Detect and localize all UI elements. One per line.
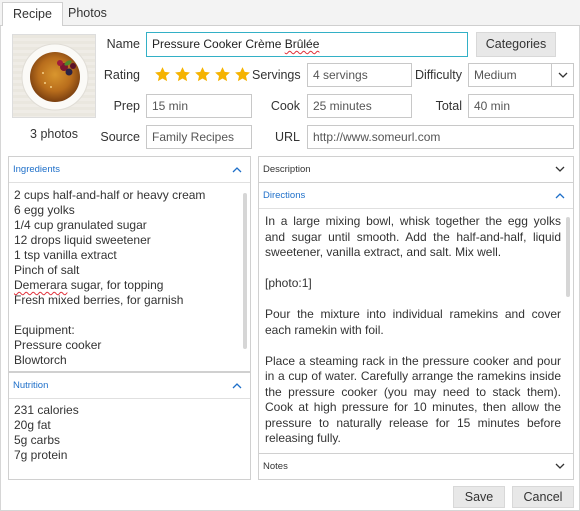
nutrition-line: 5g carbs [14, 433, 61, 447]
ingredient-line: Pressure cooker [14, 338, 102, 352]
ingredients-title: Ingredients [13, 164, 61, 175]
categories-button[interactable]: Categories [476, 32, 556, 57]
ingredient-line: 6 egg yolks [14, 203, 75, 217]
directions-header[interactable]: Directions [259, 183, 573, 209]
tab-recipe[interactable]: Recipe [2, 2, 63, 27]
tab-photos[interactable]: Photos [58, 2, 117, 26]
tab-bar: Recipe Photos [0, 0, 580, 27]
name-label: Name [106, 37, 140, 51]
chevron-down-icon[interactable] [555, 463, 565, 470]
ingredient-line: Equipment: [14, 323, 75, 337]
directions-scrollbar[interactable] [566, 217, 570, 297]
chevron-down-icon[interactable] [551, 64, 573, 86]
nutrition-title: Nutrition [13, 380, 49, 391]
ingredients-header[interactable]: Ingredients [9, 157, 250, 183]
save-button[interactable]: Save [453, 486, 505, 508]
total-label: Total [435, 99, 462, 113]
nutrition-text[interactable]: 231 calories 20g fat 5g carbs 7g protein [14, 403, 242, 475]
description-panel: Description [258, 156, 574, 183]
nutrition-line: 231 calories [14, 403, 79, 417]
url-label: URL [274, 130, 300, 144]
creme-brulee-image [13, 35, 95, 117]
servings-input[interactable]: 4 servings [307, 63, 412, 87]
ingredient-line: Pinch of salt [14, 263, 80, 277]
description-header[interactable]: Description [259, 157, 573, 183]
chevron-up-icon[interactable] [555, 192, 565, 199]
cook-label: Cook [270, 99, 300, 113]
nutrition-header[interactable]: Nutrition [9, 373, 250, 399]
recipe-photo[interactable] [12, 34, 96, 118]
name-text: Pressure Cooker Crème Brûlée [152, 37, 320, 51]
servings-label: Servings [252, 68, 301, 82]
difficulty-select[interactable]: Medium [468, 63, 574, 87]
source-input[interactable]: Family Recipes [146, 125, 252, 149]
difficulty-value: Medium [474, 68, 517, 82]
ingredient-line [14, 308, 242, 323]
direction-paragraph: [photo:1] [265, 276, 312, 290]
directions-text[interactable]: In a large mixing bowl, whisk together t… [265, 214, 561, 450]
star-icon[interactable] [174, 66, 191, 83]
direction-paragraph: Place a steaming rack in the pressure co… [265, 353, 561, 446]
prep-input[interactable]: 15 min [146, 94, 252, 118]
difficulty-label: Difficulty [414, 68, 462, 82]
name-input[interactable]: Pressure Cooker Crème Brûlée [146, 32, 468, 57]
ingredients-scrollbar[interactable] [243, 193, 247, 349]
star-icon[interactable] [154, 66, 171, 83]
directions-title: Directions [263, 190, 306, 201]
notes-title: Notes [263, 461, 288, 472]
source-label: Source [100, 130, 140, 144]
name-value: Pressure Cooker Crème Brûlée [152, 37, 319, 51]
total-input[interactable]: 40 min [468, 94, 574, 118]
chevron-up-icon[interactable] [232, 166, 242, 173]
ingredient-line: Fresh mixed berries, for garnish [14, 293, 184, 307]
star-icon[interactable] [234, 66, 251, 83]
cancel-button[interactable]: Cancel [512, 486, 574, 508]
notes-panel: Notes [258, 453, 574, 480]
ingredient-line: Demerara sugar, for topping [14, 278, 164, 292]
ingredient-line: 12 drops liquid sweetener [14, 233, 151, 247]
chevron-down-icon[interactable] [555, 166, 565, 173]
nutrition-panel: Nutrition 231 calories 20g fat 5g carbs 7g … [8, 372, 251, 480]
url-input[interactable]: http://www.someurl.com [307, 125, 574, 149]
ingredient-line: 1 tsp vanilla extract [14, 248, 117, 262]
nutrition-line: 7g protein [14, 448, 68, 462]
ingredients-text[interactable]: 2 cups half-and-half or heavy cream 6 egg… [14, 188, 242, 368]
notes-header[interactable]: Notes [259, 454, 573, 480]
ingredients-panel: Ingredients 2 cups half-and-half or heav… [8, 156, 251, 372]
cook-input[interactable]: 25 minutes [307, 94, 412, 118]
chevron-up-icon[interactable] [232, 382, 242, 389]
description-title: Description [263, 164, 311, 175]
star-icon[interactable] [214, 66, 231, 83]
nutrition-line: 20g fat [14, 418, 51, 432]
star-icon[interactable] [194, 66, 211, 83]
directions-panel: Directions In a large mixing bowl, whisk… [258, 182, 574, 454]
direction-paragraph: In a large mixing bowl, whisk together t… [265, 214, 561, 259]
direction-paragraph: Pour the mixture into individual ramekin… [265, 307, 561, 337]
ingredient-line: Blowtorch [14, 353, 67, 367]
prep-label: Prep [113, 99, 140, 113]
ingredient-line: 1/4 cup granulated sugar [14, 218, 147, 232]
photo-count[interactable]: 3 photos [12, 127, 96, 141]
rating-label: Rating [103, 68, 140, 82]
ingredient-line: 2 cups half-and-half or heavy cream [14, 188, 206, 202]
rating-stars[interactable] [154, 66, 251, 86]
spellcheck-word: Brûlée [284, 37, 320, 51]
